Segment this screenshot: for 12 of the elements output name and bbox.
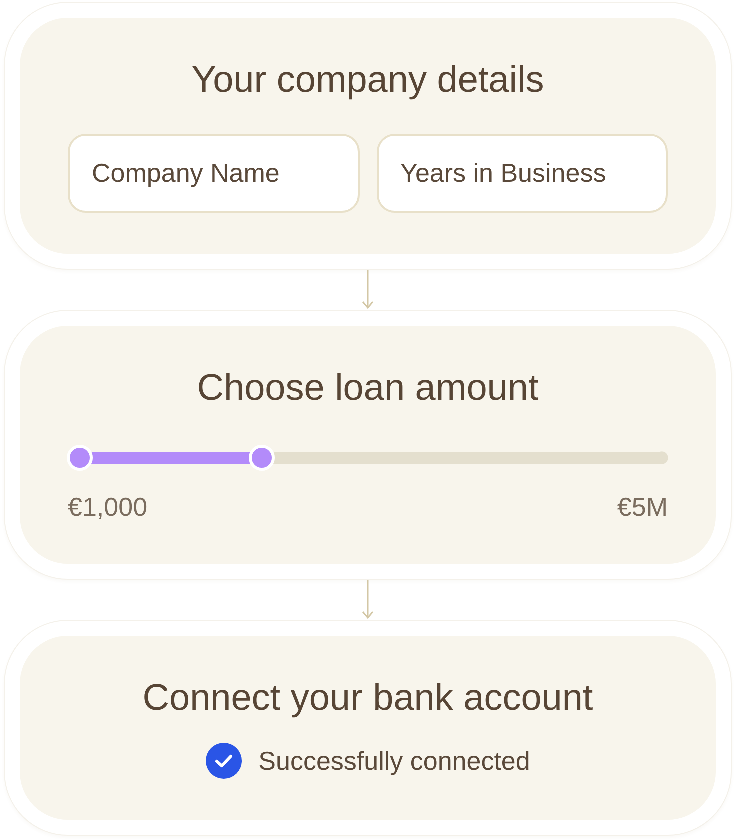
status-text: Successfully connected (258, 745, 530, 777)
max-amount-label: €5M (617, 491, 668, 523)
min-amount-label: €1,000 (68, 491, 148, 523)
arrow-connector (362, 580, 374, 620)
input-field[interactable]: Company Name (68, 134, 360, 213)
arrow-connector (362, 270, 374, 310)
step-title: Your company details (192, 58, 544, 102)
step-title: Connect your bank account (142, 676, 594, 720)
input-field[interactable]: Years in Business (376, 134, 668, 213)
slider-thumb[interactable] (67, 445, 93, 471)
slider-thumb[interactable] (249, 445, 276, 471)
step-title: Choose loan amount (197, 366, 539, 410)
